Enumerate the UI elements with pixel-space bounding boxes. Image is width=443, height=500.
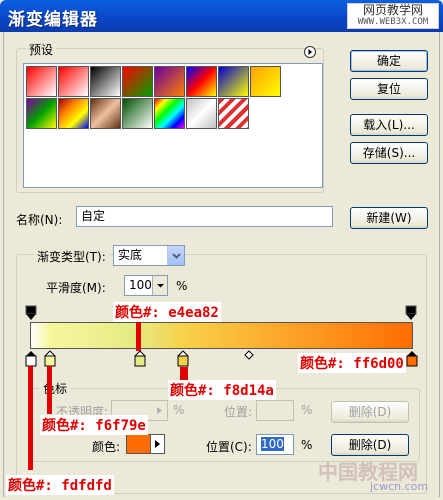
reset-button[interactable]: 复位 (350, 78, 428, 100)
preset-swatch[interactable] (58, 66, 89, 97)
smoothness-label: 平滑度(M): (46, 281, 106, 295)
gradient-type-label: 渐变类型(T): (34, 248, 109, 265)
preset-swatch[interactable] (250, 66, 281, 97)
annotation-e4ea82: 颜色#: e4ea82 (113, 302, 221, 322)
preset-swatch[interactable] (90, 98, 121, 129)
color-label: 颜色: (92, 440, 121, 454)
name-label: 名称(N): (16, 213, 63, 227)
color-location-value: 100 (261, 437, 284, 451)
color-location-unit: % (301, 438, 313, 452)
color-stop-e4ea82[interactable] (134, 350, 146, 370)
gradient-preview-bar[interactable] (30, 322, 413, 349)
color-location-label: 位置(C): (206, 440, 252, 454)
opacity-location-unit: % (301, 403, 313, 417)
watermark-bottom-url: jcwcn.com (370, 480, 429, 493)
color-location-input[interactable]: 100 (256, 434, 294, 455)
preset-swatch[interactable] (218, 66, 249, 97)
preset-swatch[interactable] (186, 98, 217, 129)
preset-swatch[interactable] (218, 98, 249, 129)
preset-swatch[interactable] (58, 98, 89, 129)
preset-swatch[interactable] (90, 66, 121, 97)
color-menu-arrow-icon[interactable] (150, 434, 165, 454)
annotation-ff6d00: 颜色#: ff6d00 (298, 353, 406, 373)
opacity-dropdown-icon (152, 401, 167, 420)
ok-button[interactable]: 确定 (350, 50, 428, 72)
smoothness-unit: % (176, 279, 188, 293)
circle-arrow-right-icon[interactable] (304, 46, 316, 58)
new-button[interactable]: 新建(W) (350, 207, 428, 229)
gradient-type-value: 实底 (118, 248, 143, 262)
watermark-logo: 网页教学网 WWW.WEB3X.COM (347, 3, 439, 29)
midpoint-diamond[interactable] (244, 349, 254, 363)
preset-swatch[interactable] (26, 66, 57, 97)
annotation-f6f79e: 颜色#: f6f79e (40, 415, 148, 435)
load-button[interactable]: 载入(L)... (350, 114, 428, 136)
color-stop-ff6d00[interactable] (406, 350, 418, 370)
color-swatch[interactable] (126, 434, 151, 454)
delete-color-button[interactable]: 删除(D) (331, 434, 409, 456)
preset-swatch[interactable] (122, 66, 153, 97)
opacity-unit: % (173, 403, 185, 417)
opacity-location-input (256, 400, 294, 421)
annotation-fdfdfd: 颜色#: fdfdfd (6, 475, 114, 495)
gradient-type-select[interactable]: 实底 (113, 245, 185, 266)
preset-swatch[interactable] (26, 98, 57, 129)
annotation-line-f6f79e (47, 366, 52, 414)
preset-swatch[interactable] (186, 66, 217, 97)
watermark-line2: WWW.WEB3X.COM (357, 17, 429, 27)
annotation-line-e4ea82 (136, 318, 141, 351)
presets-list[interactable] (23, 63, 323, 188)
window-title: 渐变编辑器 (8, 10, 98, 30)
presets-label: 预设 (26, 41, 57, 58)
annotation-f8d14a: 颜色#: f8d14a (168, 380, 276, 400)
stops-label: 色标 (40, 380, 71, 397)
preset-swatch[interactable] (154, 66, 185, 97)
smoothness-value: 100 (129, 278, 152, 292)
preset-swatch[interactable] (122, 98, 153, 129)
watermark-line1: 网页教学网 (362, 3, 423, 17)
name-input[interactable]: 自定 (76, 206, 333, 227)
annotation-line-f8d14a (180, 367, 188, 380)
delete-opacity-button: 删除(D) (331, 401, 409, 423)
annotation-line-fdfdfd (28, 366, 33, 470)
preset-swatch[interactable] (154, 98, 185, 129)
chevron-down-icon[interactable] (167, 246, 184, 265)
opacity-location-label: 位置: (224, 405, 253, 419)
smoothness-dropdown-arrow[interactable] (152, 276, 167, 295)
save-button[interactable]: 存储(S)... (350, 142, 428, 164)
